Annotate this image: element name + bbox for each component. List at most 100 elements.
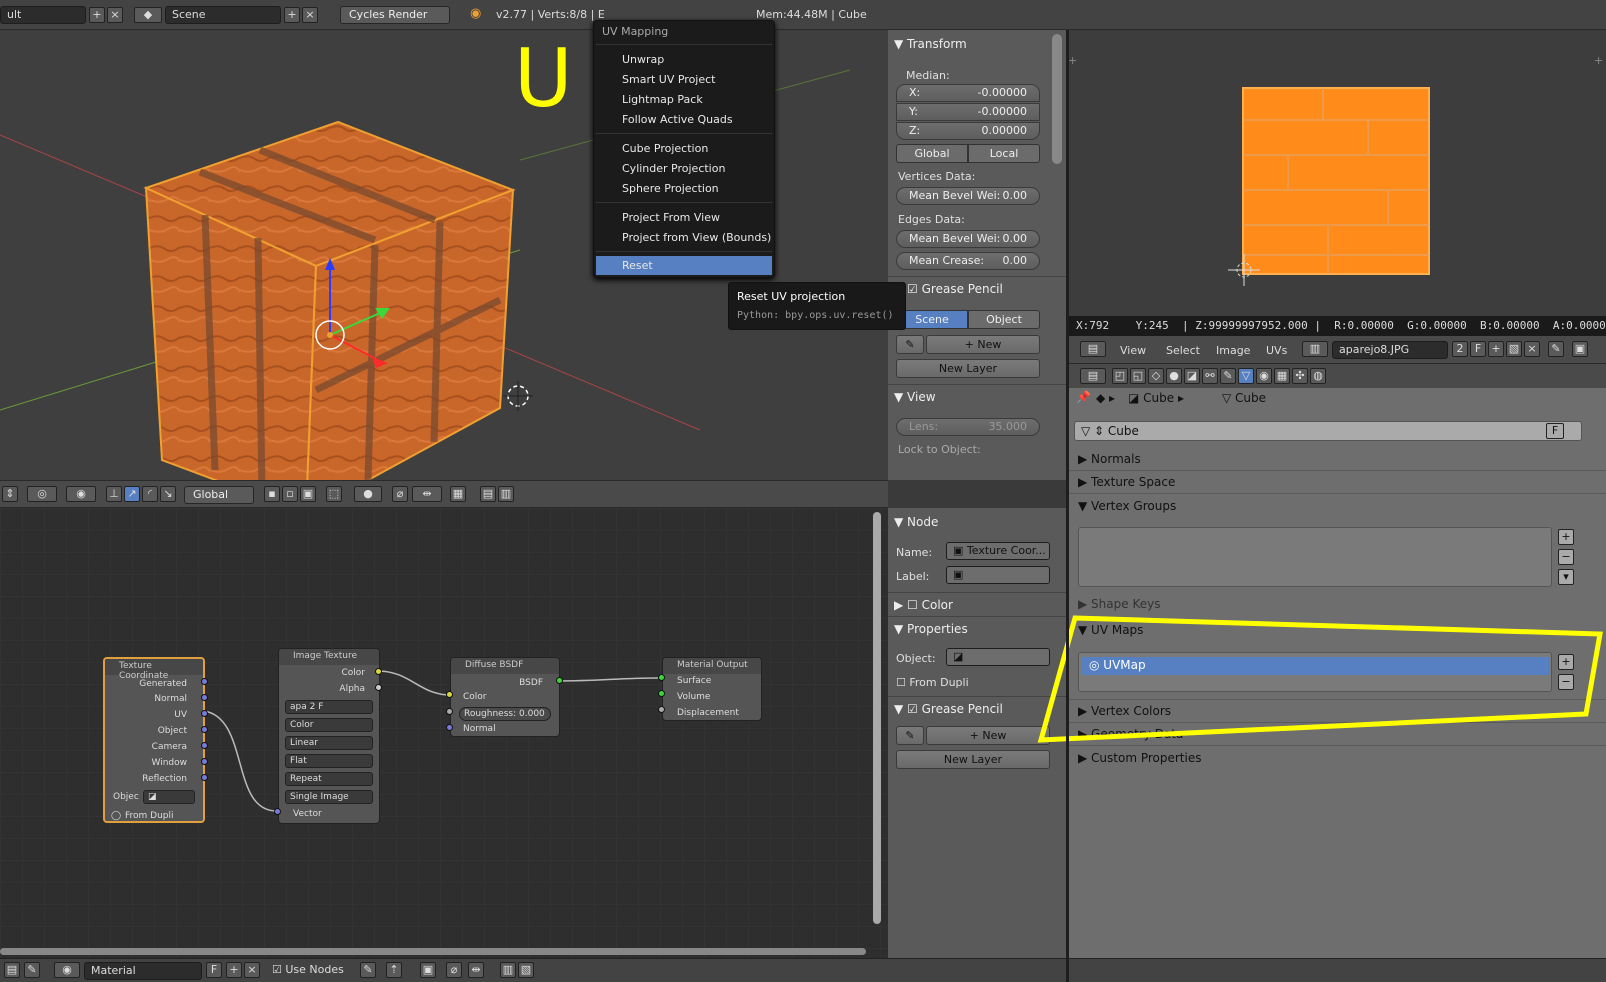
uv-image-editor[interactable]: + + [1068, 30, 1606, 316]
vertex-colors-section[interactable]: ▶ Vertex Colors [1078, 704, 1171, 718]
manipulator-toggle-icon[interactable]: ⊥ [106, 486, 122, 502]
uv-map-item[interactable]: ◎ UVMap [1081, 657, 1549, 675]
menu-reset[interactable]: Reset [622, 259, 653, 272]
footer-parent-icon[interactable]: ⇡ [386, 962, 402, 978]
texcoord-object-field[interactable]: ◪ [143, 790, 195, 804]
image-extra-icon[interactable]: ▣ [1572, 341, 1588, 357]
texture-space-section[interactable]: ▶ Texture Space [1078, 475, 1175, 489]
add-scene-button[interactable]: + [284, 7, 300, 23]
node-pencil-icon[interactable]: ✎ [896, 726, 924, 745]
socket-surface-in[interactable] [658, 674, 665, 681]
footer-snap-node-icon[interactable]: ⇹ [468, 962, 484, 978]
footer-fake-user-button[interactable]: F [206, 962, 222, 978]
material-tab-icon[interactable]: ◉ [1256, 368, 1272, 384]
rotate-manipulator-icon[interactable]: ◜ [142, 486, 158, 502]
footer-material-browse-icon[interactable]: ◉ [54, 962, 80, 978]
image-menu-select[interactable]: Select [1166, 344, 1200, 357]
texture-coordinate-node[interactable]: Texture Coordinate Generated Normal UV O… [103, 657, 205, 823]
mesh-fake-user-button[interactable]: F [1546, 423, 1564, 439]
uv-maps-section[interactable]: ▼ UV Maps [1078, 623, 1143, 637]
diffuse-bsdf-node[interactable]: Diffuse BSDF BSDF Color Roughness: 0.000… [450, 657, 560, 737]
snap-target-icon[interactable]: ▦ [450, 486, 466, 502]
median-z-field[interactable]: Z: 0.00000 [896, 122, 1040, 140]
footer-editor-icon[interactable]: ▤ [4, 962, 20, 978]
pencil-icon[interactable]: ✎ [896, 335, 924, 354]
menu-cube-projection[interactable]: Cube Projection [622, 142, 708, 155]
socket-reflection[interactable] [201, 774, 208, 781]
face-select-icon[interactable]: ▣ [300, 486, 316, 502]
pin-icon[interactable]: 📌 [1076, 390, 1091, 404]
footer-unlink-material-button[interactable]: × [244, 962, 260, 978]
menu-unwrap[interactable]: Unwrap [622, 53, 664, 66]
image-new-button[interactable]: + [1488, 341, 1504, 357]
image-open-icon[interactable]: ▧ [1506, 341, 1522, 357]
view-header[interactable]: ▼ View [894, 390, 936, 404]
snap-element-icon[interactable]: ⇹ [412, 486, 442, 502]
vertex-bevel-weight-field[interactable]: Mean Bevel Wei: 0.00 [896, 187, 1040, 205]
transform-orientation-dropdown[interactable]: Global [184, 486, 254, 504]
proportional-edit-icon[interactable]: ● [354, 486, 382, 502]
grease-scene-toggle[interactable]: Scene [896, 310, 968, 329]
socket-uv[interactable] [201, 710, 208, 717]
image-unlink-button[interactable]: × [1524, 341, 1540, 357]
socket-camera[interactable] [201, 742, 208, 749]
mesh-name-field[interactable]: ▽ ⇕ Cube [1074, 421, 1582, 441]
socket-alpha-out[interactable] [375, 684, 382, 691]
socket-window[interactable] [201, 758, 208, 765]
image-selector[interactable]: apa 2 F [285, 700, 373, 714]
render-layers-tab-icon[interactable]: ◱ [1130, 368, 1146, 384]
socket-volume-in[interactable] [658, 690, 665, 697]
screen-layout-field[interactable]: ult [0, 6, 86, 24]
from-dupli-checkbox[interactable]: ☐ From Dupli [896, 676, 969, 689]
socket-roughness-in[interactable] [446, 708, 453, 715]
properties-editor-type-icon[interactable]: ▤ [1080, 368, 1106, 384]
shape-keys-section[interactable]: ▶ Shape Keys [1078, 597, 1160, 611]
editor-type-icon[interactable]: ⇕ [2, 486, 18, 502]
grease-object-toggle[interactable]: Object [968, 310, 1040, 329]
footer-copy-icon[interactable]: ▥ [500, 962, 516, 978]
grease-pencil-header[interactable]: ▼ ☑ Grease Pencil [894, 282, 1003, 296]
socket-object[interactable] [201, 726, 208, 733]
render-engine-dropdown[interactable]: Cycles Render [340, 6, 450, 24]
use-nodes-checkbox[interactable]: ☑ Use Nodes [272, 963, 344, 976]
scene-field[interactable]: Scene [165, 6, 281, 24]
socket-vector-in[interactable] [274, 808, 281, 815]
socket-normal[interactable] [201, 694, 208, 701]
local-toggle[interactable]: Local [968, 144, 1040, 163]
grease-new-button[interactable]: + New [926, 335, 1040, 354]
vertical-region-divider[interactable] [1066, 30, 1069, 982]
roughness-field[interactable]: Roughness: 0.000 [459, 707, 551, 721]
footer-new-material-button[interactable]: + [226, 962, 242, 978]
menu-reset-highlight[interactable]: Reset [596, 256, 772, 275]
socket-normal-in[interactable] [446, 724, 453, 731]
node-label-field[interactable]: ▣ [946, 566, 1050, 584]
mean-crease-field[interactable]: Mean Crease: 0.00 [896, 252, 1040, 270]
world-tab-icon[interactable]: ● [1166, 368, 1182, 384]
footer-pin-icon[interactable]: ✎ [360, 962, 376, 978]
vertex-select-icon[interactable]: ▪ [264, 486, 280, 502]
node-editor-vscroll[interactable] [873, 512, 881, 924]
menu-project-from-view-bounds[interactable]: Project from View (Bounds) [622, 231, 771, 244]
pivot-point-icon[interactable]: ◉ [66, 486, 96, 502]
remove-layout-button[interactable]: × [107, 7, 123, 23]
footer-snap-icon[interactable]: ⌀ [446, 962, 462, 978]
menu-sphere-projection[interactable]: Sphere Projection [622, 182, 719, 195]
node-header[interactable]: ▼ Node [894, 515, 938, 529]
socket-color-out[interactable] [375, 668, 382, 675]
grease-new-layer-button[interactable]: New Layer [896, 359, 1040, 378]
translate-manipulator-icon[interactable]: ↗ [124, 486, 140, 502]
node-editor[interactable]: Texture Coordinate Generated Normal UV O… [0, 508, 888, 958]
remove-scene-button[interactable]: × [302, 7, 318, 23]
normals-section[interactable]: ▶ Normals [1078, 452, 1141, 466]
menu-smart-uv-project[interactable]: Smart UV Project [622, 73, 715, 86]
menu-project-from-view[interactable]: Project From View [622, 211, 720, 224]
edge-select-icon[interactable]: ▫ [282, 486, 298, 502]
node-grease-new-layer-button[interactable]: New Layer [896, 750, 1050, 769]
scene-selector-icon[interactable]: ◆ [134, 7, 162, 23]
footer-material-field[interactable]: Material [84, 962, 202, 980]
image-menu-view[interactable]: View [1120, 344, 1146, 357]
modifiers-tab-icon[interactable]: ✎ [1220, 368, 1236, 384]
snap-toggle-icon[interactable]: ⌀ [392, 486, 408, 502]
footer-paste-icon[interactable]: ▧ [518, 962, 534, 978]
image-editor-type-icon[interactable]: ▤ [1080, 341, 1106, 357]
